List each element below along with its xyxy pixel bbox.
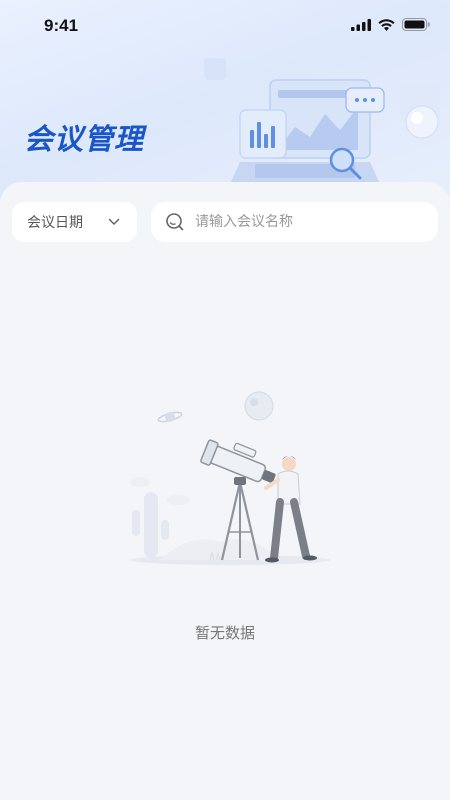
meeting-date-label: 会议日期 [27, 215, 83, 231]
search-input[interactable] [195, 214, 425, 230]
empty-state-text: 暂无数据 [194, 624, 255, 642]
status-time: 9:41 [44, 16, 79, 35]
empty-state-illustration [130, 391, 330, 565]
page-title: 会议管理 [24, 122, 145, 156]
meeting-dashboard-illustration [204, 58, 440, 184]
search-box[interactable] [151, 202, 438, 242]
status-bar: 9:41 [0, 0, 450, 54]
search-icon [166, 213, 184, 231]
signal-icon [351, 18, 371, 31]
content-panel: 会议日期 请输入会议名称 暂无数据 [0, 182, 450, 800]
status-icons [351, 18, 430, 31]
meeting-date-filter[interactable]: 会议日期 [12, 202, 137, 242]
chevron-down-icon [108, 218, 120, 225]
battery-icon [402, 18, 430, 31]
wifi-icon [378, 18, 395, 31]
